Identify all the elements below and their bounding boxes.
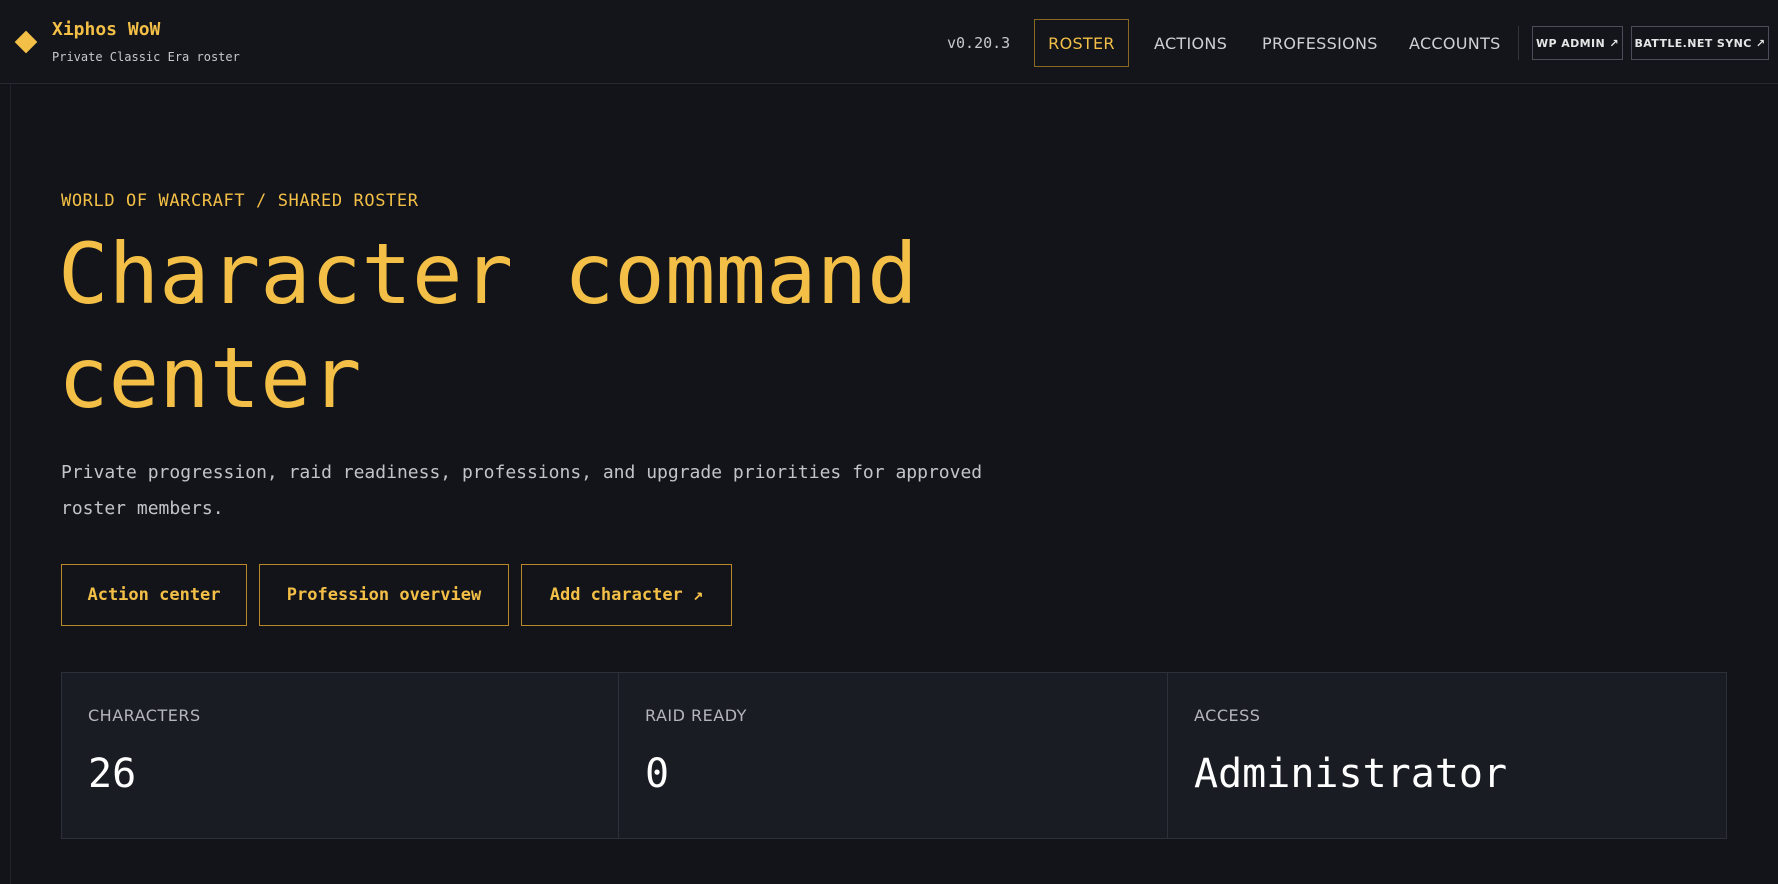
profession-overview-button[interactable]: Profession overview <box>259 564 509 626</box>
left-divider <box>10 84 11 884</box>
brand[interactable]: Xiphos WoW Private Classic Era roster <box>14 18 240 64</box>
page-title: Character command center <box>58 225 918 427</box>
action-center-button[interactable]: Action center <box>61 564 247 626</box>
nav-professions[interactable]: PROFESSIONS <box>1262 19 1378 67</box>
stat-raid-ready: RAID READY 0 <box>619 673 1168 838</box>
page: Xiphos WoW Private Classic Era roster v0… <box>0 0 1778 884</box>
battlenet-sync-button[interactable]: BATTLE.NET SYNC ↗ <box>1631 26 1769 60</box>
brand-name: Xiphos WoW <box>52 19 161 40</box>
brand-text: Xiphos WoW Private Classic Era roster <box>52 18 240 64</box>
stat-access: ACCESS Administrator <box>1168 673 1726 838</box>
stat-value: 0 <box>645 751 670 797</box>
nav-roster[interactable]: ROSTER <box>1034 19 1129 67</box>
stat-characters: CHARACTERS 26 <box>62 673 619 838</box>
brand-subtitle: Private Classic Era roster <box>52 50 240 64</box>
page-description: Private progression, raid readiness, pro… <box>61 462 983 519</box>
stat-label: ACCESS <box>1194 706 1261 725</box>
stat-value: 26 <box>88 751 137 797</box>
wp-admin-button[interactable]: WP ADMIN ↗ <box>1532 26 1623 60</box>
nav-actions[interactable]: ACTIONS <box>1154 19 1227 67</box>
stat-label: CHARACTERS <box>88 706 201 725</box>
stat-value: Administrator <box>1194 751 1508 797</box>
diamond-icon <box>14 30 38 54</box>
stats-panel: CHARACTERS 26 RAID READY 0 ACCESS Admini… <box>61 672 1727 839</box>
eyebrow-breadcrumb: WORLD OF WARCRAFT / SHARED ROSTER <box>61 191 419 211</box>
version-label: v0.20.3 <box>947 34 1011 52</box>
top-bar: Xiphos WoW Private Classic Era roster v0… <box>0 0 1778 84</box>
nav-divider <box>1518 26 1519 60</box>
stat-label: RAID READY <box>645 706 747 725</box>
add-character-button[interactable]: Add character ↗ <box>521 564 732 626</box>
nav-accounts[interactable]: ACCOUNTS <box>1409 19 1501 67</box>
